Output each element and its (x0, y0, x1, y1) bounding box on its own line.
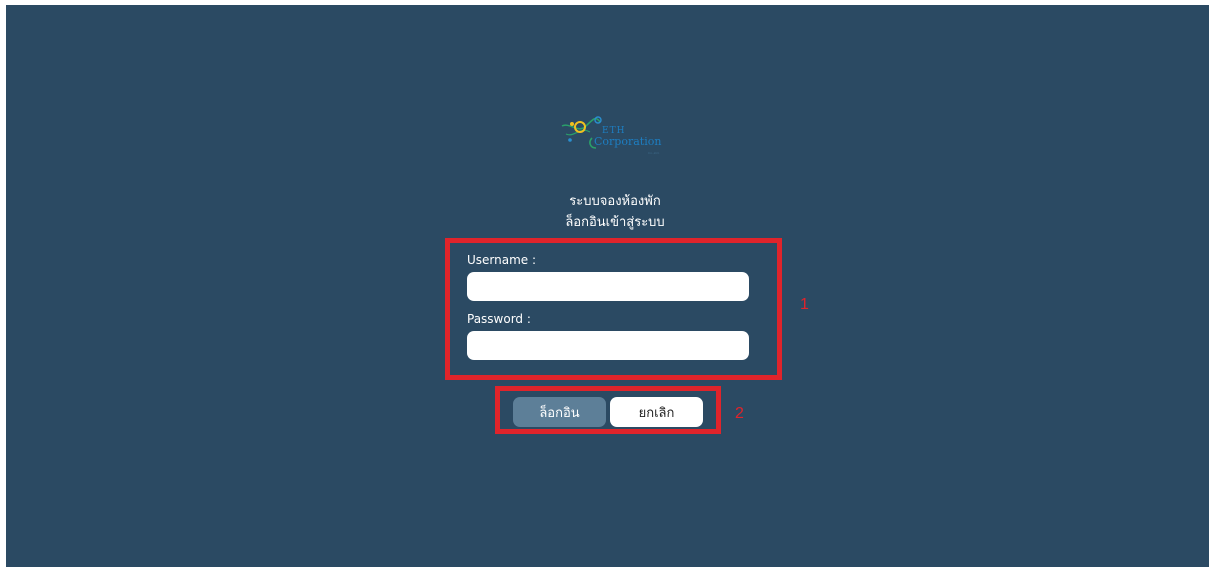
logo-subtext: Co.,Ltd. (648, 151, 660, 155)
annotation-marker-1: 1 (800, 296, 809, 313)
page-subtitle: ล็อกอินเข้าสู่ระบบ (565, 215, 665, 230)
annotation-box-credentials (445, 238, 782, 380)
annotation-box-buttons (495, 386, 721, 434)
logo-text-corporation: Corporation (594, 135, 662, 148)
page-title: ระบบจองห้องพัก (569, 194, 661, 209)
annotation-marker-2: 2 (735, 405, 744, 422)
company-logo: ETH Corporation Co.,Ltd. (560, 112, 672, 160)
